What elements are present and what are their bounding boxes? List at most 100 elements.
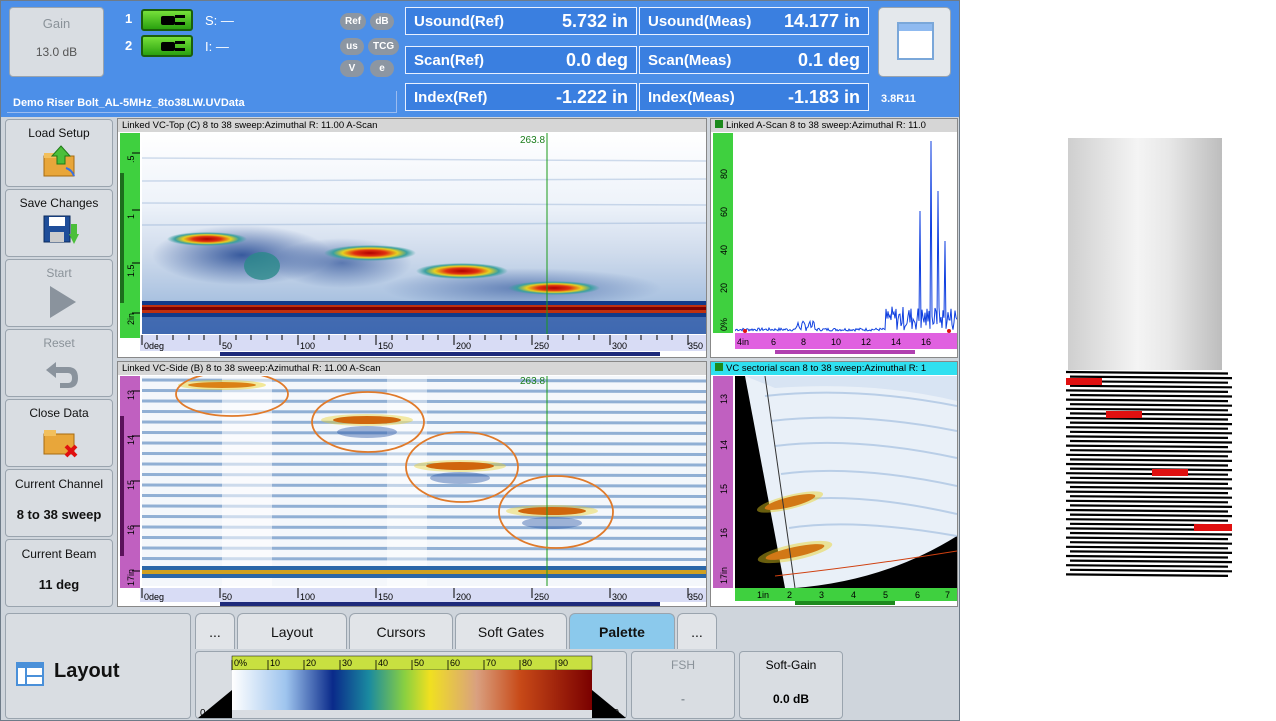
amplitude-ruler[interactable]: 0% 20 40 60 80 (713, 133, 733, 333)
surface-ruler[interactable]: 1in 2 3 4 5 6 7 (735, 588, 957, 606)
panel-title: Linked VC-Top (C) 8 to 38 sweep:Azimutha… (118, 119, 706, 132)
depth-tick-label: 1 (126, 214, 136, 219)
depth-ruler[interactable]: 13 14 15 16 17in (713, 376, 733, 588)
plug-icon[interactable] (141, 9, 193, 31)
bolt-thread-illustration (1065, 370, 1233, 577)
tcg-pill[interactable]: TCG (368, 38, 400, 55)
button-label: Close Data (29, 406, 89, 420)
bscan-image[interactable] (142, 376, 706, 586)
gain-value: 13.0 dB (35, 45, 78, 59)
usound-meas-reading: Usound(Meas) 14.177 in (639, 7, 869, 35)
tab-cursors[interactable]: Cursors (349, 613, 453, 649)
soundpath-tick-label: 8 (801, 337, 806, 347)
vc-side-bscan-panel[interactable]: Linked VC-Side (B) 8 to 38 sweep:Azimuth… (117, 361, 707, 607)
amplitude-tick-label: 0% (719, 318, 729, 331)
current-beam-box[interactable]: Current Beam 11 deg (5, 539, 113, 607)
depth-tick-label: 15 (719, 484, 729, 494)
panel-title: Linked A-Scan 8 to 38 sweep:Azimuthal R:… (711, 119, 957, 132)
plug-icon[interactable] (141, 35, 193, 57)
azimuth-tick-label: 200 (456, 592, 471, 602)
depth-tick-label: 1.5 (126, 264, 136, 277)
azimuth-ruler[interactable]: 0deg 50 100 150 200 250 300 350 (140, 335, 706, 357)
gain-label: Gain (42, 16, 71, 31)
db-pill[interactable]: dB (370, 13, 394, 30)
fsh-control[interactable]: FSH - (631, 651, 735, 719)
soft-gain-control[interactable]: Soft-Gain 0.0 dB (739, 651, 843, 719)
depth-ruler[interactable]: 13 14 15 16 17in (120, 376, 140, 588)
soft-gain-label: Soft-Gain (765, 658, 817, 672)
close-data-button[interactable]: Close Data (5, 399, 113, 467)
tab-more-right[interactable]: ... (677, 613, 717, 649)
layout-menu-label: Layout (54, 660, 120, 682)
palette-tick-label: 20 (306, 658, 316, 668)
palette-tick-label: 40 (378, 658, 388, 668)
palette-colorbar[interactable]: 0% 10 20 30 40 50 60 70 80 90 0.0 100.0 (196, 652, 628, 720)
channel-2-label: 2 (125, 38, 133, 53)
palette-tick-label: 10 (270, 658, 280, 668)
tab-soft-gates[interactable]: Soft Gates (455, 613, 567, 649)
azimuth-tick-label: 0deg (144, 592, 164, 602)
azimuth-tick-label: 350 (688, 341, 703, 351)
button-label: Load Setup (28, 126, 90, 140)
start-button[interactable]: Start (5, 259, 113, 327)
button-label: Start (46, 266, 72, 280)
palette-control[interactable]: 0% 10 20 30 40 50 60 70 80 90 0.0 100.0 (195, 651, 627, 719)
palette-tick-label: 70 (486, 658, 496, 668)
palette-tick-label: 80 (522, 658, 532, 668)
azimuth-tick-label: 350 (688, 592, 703, 602)
ref-pill[interactable]: Ref (340, 13, 367, 30)
active-indicator (715, 363, 723, 371)
tab-more-left[interactable]: ... (195, 613, 235, 649)
file-name: Demo Riser Bolt_AL-5MHz_8to38LW.UVData (7, 91, 397, 113)
layout-menu-button[interactable]: Layout (5, 613, 191, 719)
reading-label: Index(Ref) (414, 89, 488, 106)
reset-button[interactable]: Reset (5, 329, 113, 397)
panel-title: Linked VC-Side (B) 8 to 38 sweep:Azimuth… (118, 362, 706, 375)
e-pill[interactable]: e (370, 60, 394, 77)
version-label: 3.8R11 (881, 93, 916, 105)
scan-meas-reading: Scan(Meas) 0.1 deg (639, 46, 869, 74)
reading-label: Index(Meas) (648, 89, 735, 106)
azimuth-tick-label: 100 (300, 592, 315, 602)
sectorial-scan-panel[interactable]: VC sectorial scan 8 to 38 sweep:Azimutha… (710, 361, 958, 607)
play-icon (50, 286, 76, 318)
depth-tick-label: 16 (126, 525, 136, 535)
load-setup-button[interactable]: Load Setup (5, 119, 113, 187)
amplitude-tick-label: 60 (719, 207, 729, 217)
v-pill[interactable]: V (340, 60, 364, 77)
header-bar: Gain 13.0 dB 1 2 S: — I: — Ref dB us TCG… (1, 1, 959, 117)
tab-layout[interactable]: Layout (237, 613, 347, 649)
flaw-marker (1152, 469, 1188, 476)
cscan-image[interactable] (142, 133, 706, 334)
amplitude-tick-label: 40 (719, 245, 729, 255)
soundpath-ruler[interactable]: 4in 6 8 10 12 14 16 (735, 333, 957, 355)
save-icon (43, 215, 79, 244)
tab-palette[interactable]: Palette (569, 613, 675, 649)
window-button[interactable] (878, 7, 951, 77)
gain-button[interactable]: Gain 13.0 dB (9, 7, 104, 77)
flaw-marker (1066, 378, 1102, 385)
flaw-marker (1106, 411, 1142, 418)
scan-ref-reading: Scan(Ref) 0.0 deg (405, 46, 637, 74)
depth-ruler[interactable]: .5 1 1.5 2in (120, 133, 140, 338)
ascan-panel[interactable]: Linked A-Scan 8 to 38 sweep:Azimuthal R:… (710, 118, 958, 358)
panel-title: VC sectorial scan 8 to 38 sweep:Azimutha… (711, 362, 957, 375)
bottom-toolbar: Layout ... Layout Cursors Soft Gates Pal… (1, 607, 959, 720)
surface-tick-label: 7 (945, 590, 950, 600)
save-changes-button[interactable]: Save Changes (5, 189, 113, 257)
ascan-waveform[interactable] (735, 133, 957, 333)
usound-ref-reading: Usound(Ref) 5.732 in (405, 7, 637, 35)
app-window: Gain 13.0 dB 1 2 S: — I: — Ref dB us TCG… (0, 0, 960, 721)
depth-tick-label: 2in (126, 313, 136, 325)
sectorial-image[interactable] (735, 376, 957, 588)
reading-label: Scan(Ref) (414, 52, 485, 69)
current-beam-label: Current Beam (21, 547, 97, 561)
vc-top-cscan-panel[interactable]: Linked VC-Top (C) 8 to 38 sweep:Azimutha… (117, 118, 707, 358)
reading-value: 0.1 deg (797, 50, 860, 70)
current-channel-box[interactable]: Current Channel 8 to 38 sweep (5, 469, 113, 537)
us-pill[interactable]: us (340, 38, 364, 55)
azimuth-ruler[interactable]: 0deg 50 100 150 200 250 300 350 (140, 588, 706, 606)
surface-tick-label: 3 (819, 590, 824, 600)
reset-icon (46, 362, 78, 388)
panel-title-text: VC sectorial scan 8 to 38 sweep:Azimutha… (726, 363, 927, 374)
